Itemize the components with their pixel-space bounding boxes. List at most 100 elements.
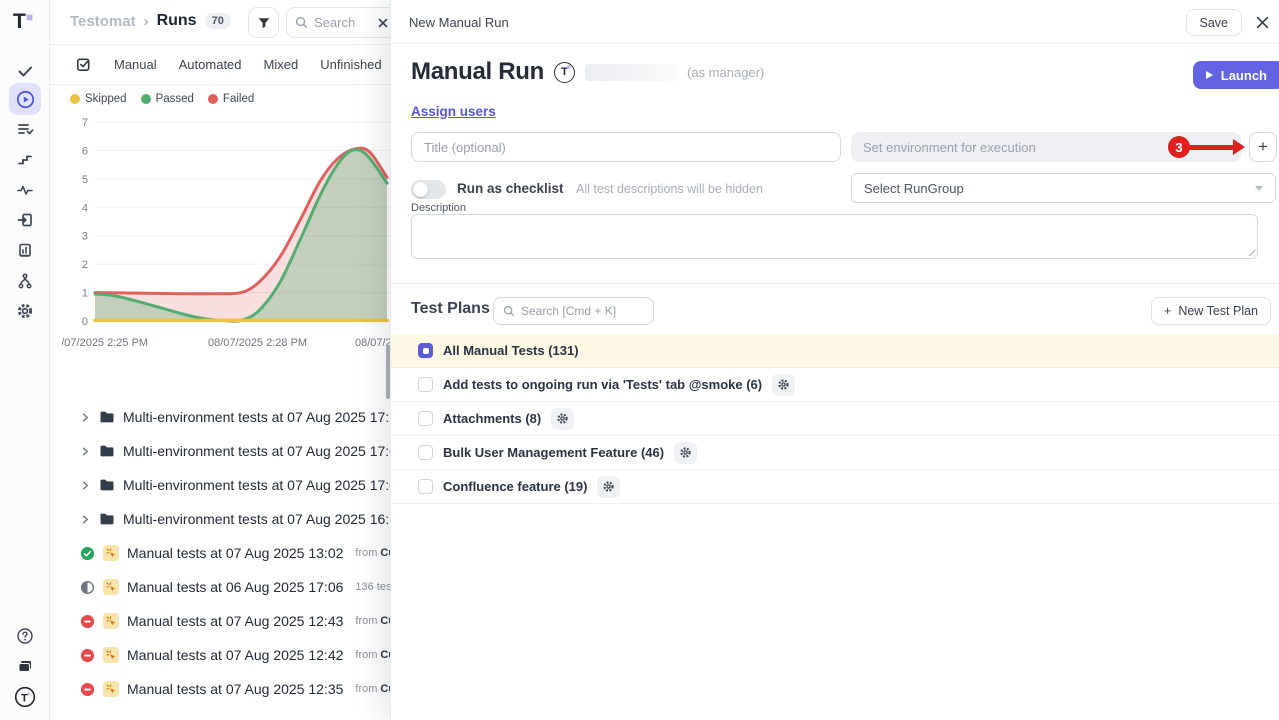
description-textarea[interactable]: [411, 214, 1258, 259]
run-title[interactable]: Multi-environment tests at 07 Aug 2025 1…: [123, 477, 405, 493]
expand-chevron-icon[interactable]: [80, 480, 91, 491]
runs-topbar: Testomat › Runs 70 Search: [50, 0, 390, 45]
filter-button[interactable]: [248, 7, 279, 38]
legend-item-failed[interactable]: Failed: [208, 93, 254, 105]
plan-settings-gear-icon[interactable]: [597, 476, 620, 498]
close-panel-button[interactable]: [1253, 13, 1271, 31]
plan-checkbox[interactable]: [418, 411, 433, 426]
plan-settings-gear-icon[interactable]: [551, 408, 574, 430]
legend-dot: [70, 94, 80, 104]
as-manager-label: (as manager): [687, 65, 764, 80]
sidebar-item-branch-icon[interactable]: [9, 265, 41, 297]
legend-item-passed[interactable]: Passed: [141, 93, 194, 105]
breadcrumb-project[interactable]: Testomat: [70, 13, 136, 30]
plan-label[interactable]: Add tests to ongoing run via 'Tests' tab…: [443, 377, 762, 392]
projects-folders-icon[interactable]: [9, 650, 41, 682]
plan-checkbox[interactable]: [418, 343, 433, 358]
run-title[interactable]: Manual tests at 07 Aug 2025 12:43: [127, 613, 343, 629]
sidebar-item-reports-chart-icon[interactable]: [9, 234, 41, 266]
plan-label[interactable]: Attachments (8): [443, 411, 541, 426]
plan-label[interactable]: Confluence feature (19): [443, 479, 587, 494]
new-test-plan-button[interactable]: + New Test Plan: [1151, 297, 1271, 325]
run-title[interactable]: Manual tests at 07 Aug 2025 12:35: [127, 681, 343, 697]
account-logo-icon[interactable]: T: [9, 681, 41, 713]
clear-search-icon[interactable]: [377, 17, 389, 29]
plan-checkbox[interactable]: [418, 377, 433, 392]
help-icon[interactable]: [9, 620, 41, 652]
panel-header: New Manual Run Save: [391, 0, 1279, 44]
add-environment-button[interactable]: +: [1249, 132, 1277, 162]
expand-chevron-icon[interactable]: [80, 412, 91, 423]
x-axis-tick-3: 08/07/2025 2:30 PM: [355, 337, 390, 349]
breadcrumb: Testomat › Runs 70: [70, 12, 231, 30]
search-placeholder: Search: [314, 15, 371, 30]
run-title[interactable]: Manual tests at 07 Aug 2025 12:42: [127, 647, 343, 663]
sidebar-item-import-icon[interactable]: [9, 204, 41, 236]
run-title[interactable]: Multi-environment tests at 07 Aug 2025 1…: [123, 511, 405, 527]
app-logo[interactable]: T■: [13, 10, 33, 34]
run-row[interactable]: Multi-environment tests at 07 Aug 2025 1…: [50, 400, 390, 434]
manual-run-icon: [103, 647, 119, 663]
run-row[interactable]: Manual tests at 07 Aug 2025 13:02fromCus…: [50, 536, 390, 570]
status-failed-icon: [80, 647, 95, 663]
run-row[interactable]: Multi-environment tests at 07 Aug 2025 1…: [50, 434, 390, 468]
sidebar-item-runs-play-icon[interactable]: [9, 83, 41, 115]
run-row[interactable]: Multi-environment tests at 07 Aug 2025 1…: [50, 468, 390, 502]
test-plan-row[interactable]: Add tests to ongoing run via 'Tests' tab…: [391, 368, 1279, 402]
runs-search-input[interactable]: Search: [286, 7, 398, 38]
annotation-step-badge: 3: [1168, 136, 1190, 158]
close-icon: [1256, 16, 1269, 29]
plan-settings-gear-icon[interactable]: [674, 442, 697, 464]
run-row[interactable]: Manual tests at 07 Aug 2025 12:42fromCus…: [50, 638, 390, 672]
plan-checkbox[interactable]: [418, 445, 433, 460]
expand-chevron-icon[interactable]: [80, 514, 91, 525]
run-title-input[interactable]: [411, 132, 841, 162]
search-icon: [295, 16, 308, 29]
plan-label[interactable]: All Manual Tests (131): [443, 343, 579, 358]
svg-text:2: 2: [82, 259, 88, 271]
plan-settings-gear-icon[interactable]: [772, 374, 795, 396]
test-plan-row[interactable]: All Manual Tests (131): [391, 334, 1279, 368]
tab-unfinished[interactable]: Unfinished: [320, 57, 381, 72]
test-plans-title: Test Plans: [411, 300, 490, 318]
sidebar-item-plans-list-check-icon[interactable]: [9, 113, 41, 145]
run-row[interactable]: Manual tests at 07 Aug 2025 12:35fromCus…: [50, 672, 390, 706]
assign-users-link[interactable]: Assign users: [411, 104, 496, 119]
plan-checkbox[interactable]: [418, 479, 433, 494]
section-divider: [391, 283, 1279, 284]
test-plan-row[interactable]: Attachments (8): [391, 402, 1279, 436]
panel-scrollbar[interactable]: [386, 345, 390, 399]
tab-mixed[interactable]: Mixed: [264, 57, 299, 72]
folder-icon: [99, 511, 115, 527]
launch-button[interactable]: Launch: [1193, 61, 1279, 89]
sidebar-item-pulse-icon[interactable]: [9, 174, 41, 206]
select-all-icon[interactable]: [75, 56, 92, 73]
run-title[interactable]: Multi-environment tests at 07 Aug 2025 1…: [123, 409, 405, 425]
status-failed-icon: [80, 681, 95, 697]
plan-label[interactable]: Bulk User Management Feature (46): [443, 445, 664, 460]
run-row[interactable]: Manual tests at 07 Aug 2025 12:43fromCus…: [50, 604, 390, 638]
tab-manual[interactable]: Manual: [114, 57, 157, 72]
panel-title: New Manual Run: [409, 15, 509, 30]
run-title[interactable]: Multi-environment tests at 07 Aug 2025 1…: [123, 443, 405, 459]
save-button[interactable]: Save: [1186, 9, 1243, 36]
run-title[interactable]: Manual tests at 06 Aug 2025 17:06: [127, 579, 343, 595]
sidebar-item-milestones-steps-icon[interactable]: [9, 143, 41, 175]
runs-page: Testomat › Runs 70 Search Manual Automat…: [50, 0, 390, 720]
test-plan-row[interactable]: Confluence feature (19): [391, 470, 1279, 504]
legend-dot: [208, 94, 218, 104]
sidebar-item-settings-gear-icon[interactable]: [9, 295, 41, 327]
svg-text:6: 6: [82, 145, 88, 157]
run-title[interactable]: Manual tests at 07 Aug 2025 13:02: [127, 545, 343, 561]
breadcrumb-runs[interactable]: Runs: [157, 12, 197, 30]
expand-chevron-icon[interactable]: [80, 446, 91, 457]
run-row[interactable]: Multi-environment tests at 07 Aug 2025 1…: [50, 502, 390, 536]
run-as-checklist-toggle[interactable]: [411, 180, 446, 199]
tab-automated[interactable]: Automated: [179, 57, 242, 72]
rungroup-select[interactable]: Select RunGroup: [851, 173, 1276, 203]
legend-item-skipped[interactable]: Skipped: [70, 93, 127, 105]
folder-icon: [99, 409, 115, 425]
test-plan-row[interactable]: Bulk User Management Feature (46): [391, 436, 1279, 470]
test-plans-search-input[interactable]: Search [Cmd + K]: [493, 297, 654, 325]
run-row[interactable]: Manual tests at 06 Aug 2025 17:06136 tes…: [50, 570, 390, 604]
